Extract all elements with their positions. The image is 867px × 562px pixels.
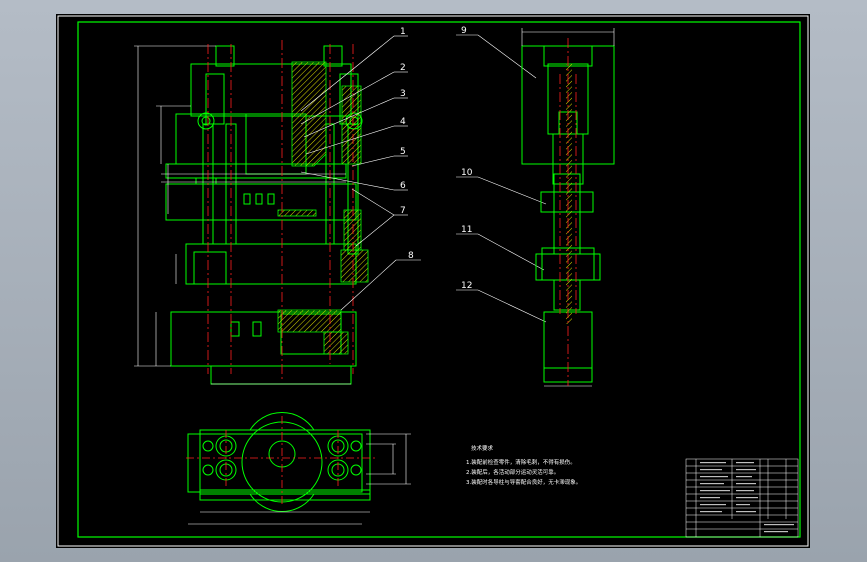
callout-10: 10 — [461, 168, 473, 178]
tech-notes-heading: 技术要求 — [471, 444, 494, 452]
side-hatch — [566, 64, 572, 324]
callout-11: 11 — [461, 225, 472, 235]
callout-5: 5 — [400, 147, 406, 157]
callout-1: 1 — [400, 27, 406, 37]
callout-12: 12 — [461, 281, 472, 291]
front-hatch — [277, 61, 369, 355]
tech-note-3: 3.装配时各导柱与导套配合良好，无卡滞现象。 — [466, 478, 581, 486]
callout-3: 3 — [400, 89, 406, 99]
technical-requirements: 技术要求 1.装配前检查零件，清除毛刺，不得有损伤。 2.装配后，各活动部分运动… — [466, 444, 581, 486]
callout-9: 9 — [461, 26, 467, 36]
callout-7: 7 — [400, 206, 406, 216]
callout-8: 8 — [408, 251, 414, 261]
tech-note-1: 1.装配前检查零件，清除毛刺，不得有损伤。 — [466, 458, 576, 466]
callout-4: 4 — [400, 117, 406, 127]
drawing-sheet: 1 2 3 4 5 6 7 8 9 10 11 12 技术要求 1.装配前检查零… — [56, 14, 810, 548]
cad-drawing: 1 2 3 4 5 6 7 8 9 10 11 12 技术要求 1.装配前检查零… — [57, 15, 809, 547]
top-view — [187, 412, 371, 512]
outer-border — [57, 15, 809, 547]
top-centerlines — [186, 416, 376, 504]
callout-6: 6 — [400, 181, 406, 191]
tech-note-2: 2.装配后，各活动部分运动灵活可靠。 — [466, 468, 559, 476]
title-block-fill — [700, 462, 794, 533]
callout-2: 2 — [400, 63, 406, 73]
